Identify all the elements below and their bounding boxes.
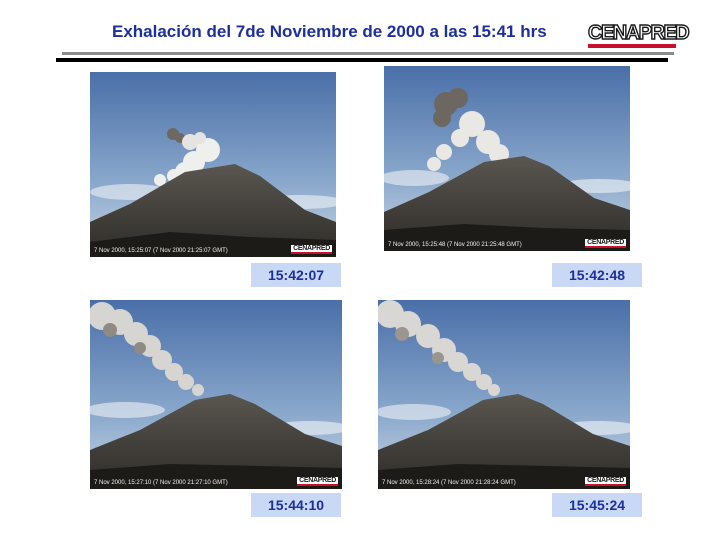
logo-wordmark: CENAPRED — [587, 21, 690, 44]
photo-timestamp: 7 Nov 2000, 15:28:24 (7 Nov 2000 21:28:2… — [382, 480, 516, 486]
photo-watermark: CENAPRED — [291, 245, 332, 254]
photo-timestamp: 7 Nov 2000, 15:25:48 (7 Nov 2000 21:25:4… — [388, 242, 522, 248]
photo-watermark: CENAPRED — [585, 239, 626, 248]
photo-watermark: CENAPRED — [297, 477, 338, 486]
photo-watermark: CENAPRED — [585, 477, 626, 486]
time-label-2: 15:42:48 — [552, 263, 642, 287]
volcano-photo-4: 7 Nov 2000, 15:28:24 (7 Nov 2000 21:28:2… — [378, 300, 630, 489]
time-label-3: 15:44:10 — [251, 493, 341, 517]
time-label-4: 15:45:24 — [552, 493, 642, 517]
cenapred-logo: CENAPRED — [587, 20, 690, 48]
header-rule-thin — [62, 52, 674, 55]
photo-timestamp: 7 Nov 2000, 15:27:10 (7 Nov 2000 21:27:1… — [94, 480, 228, 486]
volcano-photo-1: 7 Nov 2000, 15:25:07 (7 Nov 2000 21:25:0… — [90, 72, 336, 257]
logo-underline — [588, 44, 676, 48]
volcano-photo-3: 7 Nov 2000, 15:27:10 (7 Nov 2000 21:27:1… — [90, 300, 342, 489]
photo-timestamp: 7 Nov 2000, 15:25:07 (7 Nov 2000 21:25:0… — [94, 248, 228, 254]
time-label-1: 15:42:07 — [251, 263, 341, 287]
page-title: Exhalación del 7de Noviembre de 2000 a l… — [112, 22, 547, 41]
header-rule-thick — [56, 58, 668, 62]
volcano-photo-2: 7 Nov 2000, 15:25:48 (7 Nov 2000 21:25:4… — [384, 66, 630, 251]
